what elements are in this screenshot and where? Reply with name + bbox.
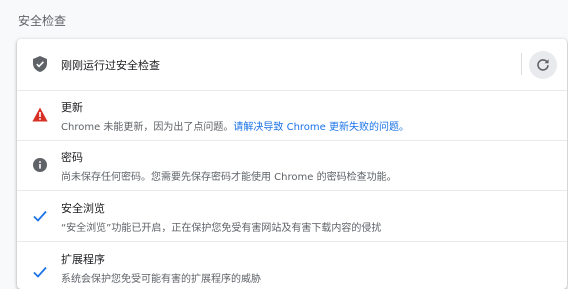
passwords-title: 密码 [61, 151, 83, 164]
extensions-description: 系统会保护您免受可能有害的扩展程序的威胁 [61, 274, 261, 285]
safe-browsing-row: 安全浏览 “安全浏览”功能已开启，正在保护您免受有害网站及有害下载内容的侵扰 [17, 190, 567, 242]
updates-title: 更新 [61, 101, 83, 114]
updates-status-text: Chrome 未能更新，因为出了点问题。 [61, 122, 234, 133]
run-safety-check-button[interactable] [529, 51, 557, 79]
divider [521, 53, 522, 75]
info-icon [32, 157, 48, 173]
section-title: 安全检查 [18, 14, 67, 28]
safety-check-summary-row: 刚刚运行过安全检查 [17, 39, 567, 90]
check-icon [32, 208, 48, 224]
passwords-description: 尚未保存任何密码。您需要先保存密码才能使用 Chrome 的密码检查功能。 [61, 172, 397, 183]
updates-row: 更新 Chrome 未能更新，因为出了点问题。请解决导致 Chrome 更新失败… [17, 90, 567, 141]
refresh-icon [536, 58, 550, 72]
extensions-title: 扩展程序 [61, 253, 105, 266]
updates-description: Chrome 未能更新，因为出了点问题。请解决导致 Chrome 更新失败的问题… [61, 118, 409, 133]
shield-check-icon [32, 56, 48, 72]
extensions-row: 扩展程序 系统会保护您免受可能有害的扩展程序的威胁 [17, 241, 567, 289]
passwords-row: 密码 尚未保存任何密码。您需要先保存密码才能使用 Chrome 的密码检查功能。 [17, 140, 567, 191]
fix-update-link[interactable]: 请解决导致 Chrome 更新失败的问题。 [233, 122, 409, 133]
warning-icon [32, 106, 48, 122]
safe-browsing-title: 安全浏览 [61, 202, 105, 215]
safety-check-status: 刚刚运行过安全检查 [61, 59, 160, 72]
safe-browsing-description: “安全浏览”功能已开启，正在保护您免受有害网站及有害下载内容的侵扰 [61, 223, 382, 234]
check-icon [32, 264, 48, 280]
safety-check-card: 刚刚运行过安全检查 更新 Chrome 未能更新，因为出了点问题。请解决导致 C… [17, 39, 567, 289]
